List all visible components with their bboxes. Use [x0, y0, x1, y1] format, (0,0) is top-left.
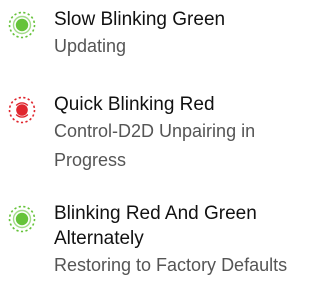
led-slow-blink-green-icon [8, 11, 36, 39]
item-title: Quick Blinking Red [54, 94, 215, 115]
led-quick-blink-red-icon [8, 96, 36, 124]
item-title: Slow Blinking Green [54, 9, 226, 30]
item-title: Blinking Red And Green Alternately [54, 203, 257, 249]
item-description: Control-D2D Unpairing in Progress [54, 121, 256, 170]
led-status-list: Slow Blinking Green Updating Quick Blink… [0, 0, 325, 292]
item-description: Updating [54, 36, 127, 56]
item-description: Restoring to Factory Defaults [54, 255, 288, 275]
led-alternate-red-green-icon [8, 205, 36, 233]
